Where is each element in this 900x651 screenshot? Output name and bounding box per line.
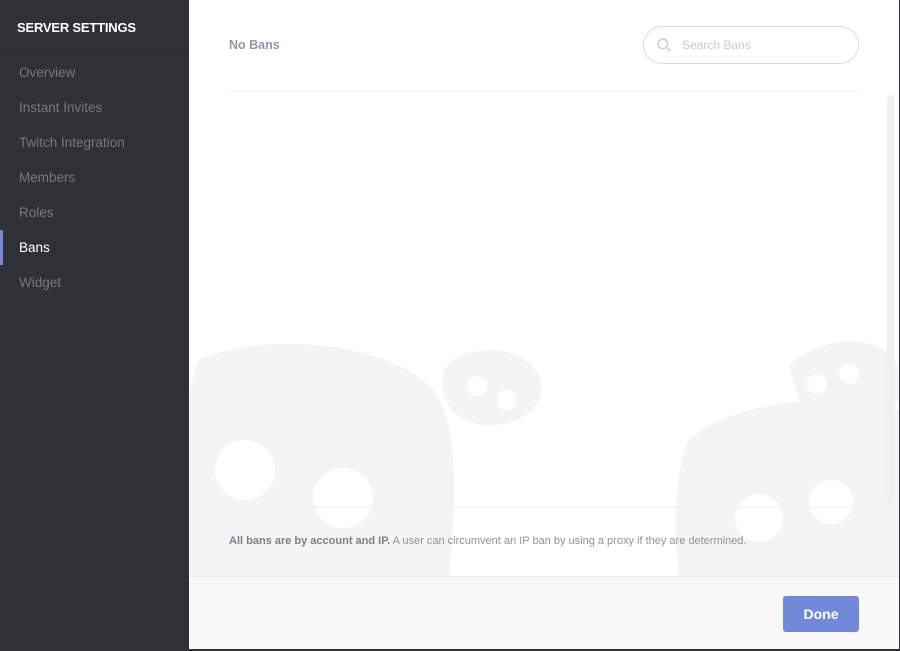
sidebar-item-members[interactable]: Members [0, 160, 189, 195]
content-scrollbar[interactable] [887, 95, 895, 503]
search-icon [657, 38, 671, 52]
notice-divider [229, 507, 859, 508]
bans-notice-bold: All bans are by account and IP. [229, 535, 391, 547]
sidebar-item-widget[interactable]: Widget [0, 265, 189, 300]
sidebar-item-roles[interactable]: Roles [0, 195, 189, 230]
sidebar-item-bans[interactable]: Bans [0, 230, 189, 265]
bans-status-text: No Bans [229, 38, 280, 52]
done-button[interactable]: Done [783, 596, 859, 632]
bans-notice: All bans are by account and IP. A user c… [229, 535, 746, 547]
sidebar-item-twitch-integration[interactable]: Twitch Integration [0, 125, 189, 160]
sidebar-item-instant-invites[interactable]: Instant Invites [0, 90, 189, 125]
sidebar-title: SERVER SETTINGS [17, 20, 136, 35]
search-bans-field[interactable] [643, 26, 859, 64]
bans-notice-text: A user can circumvent an IP ban by using… [390, 535, 747, 547]
search-bans-input[interactable] [682, 27, 850, 63]
settings-sidebar: SERVER SETTINGS Overview Instant Invites… [0, 0, 189, 651]
bans-header: No Bans [229, 26, 859, 64]
header-divider [229, 91, 859, 92]
sidebar-nav: Overview Instant Invites Twitch Integrat… [0, 55, 189, 300]
bans-panel: No Bans All bans are by account and IP. … [189, 0, 899, 649]
sidebar-item-overview[interactable]: Overview [0, 55, 189, 90]
modal-footer: Done [189, 576, 899, 649]
sidebar-header: SERVER SETTINGS [0, 0, 189, 55]
